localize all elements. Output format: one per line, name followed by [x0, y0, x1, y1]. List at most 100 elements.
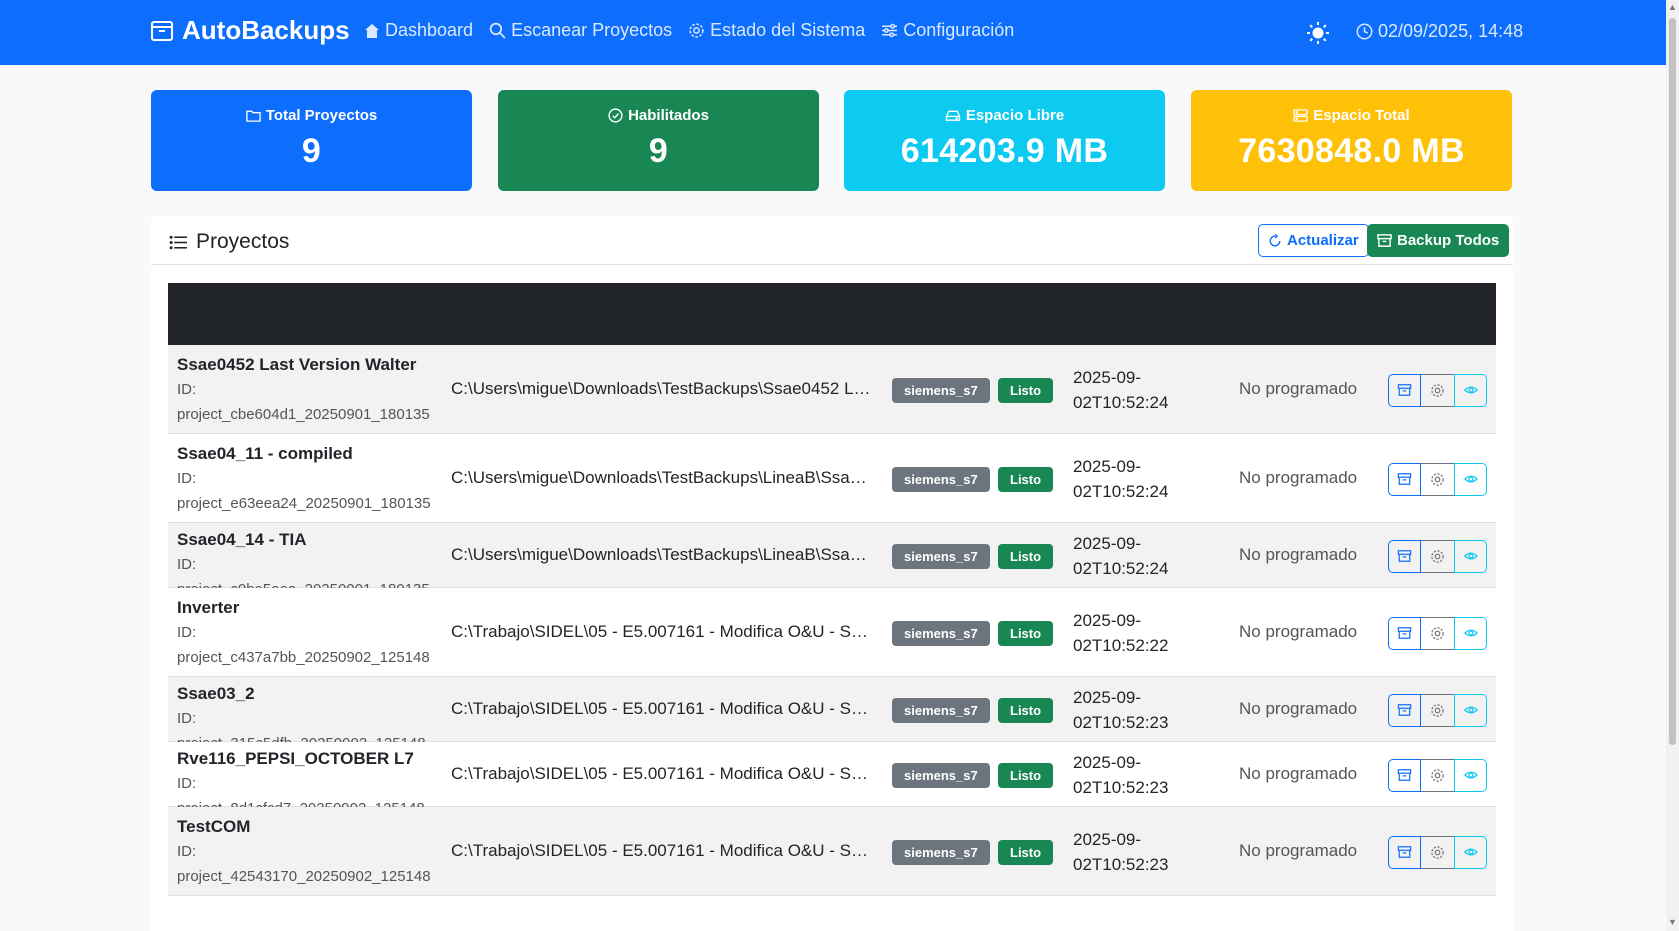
- stat-value: 614203.9 MB: [900, 132, 1109, 170]
- settings-button[interactable]: [1421, 539, 1454, 573]
- project-name: Inverter: [177, 598, 240, 617]
- settings-button[interactable]: [1421, 462, 1454, 496]
- project-id: project_cbe604d1_20250901_180135: [177, 406, 430, 423]
- project-id: project_42543170_20250902_125148: [177, 868, 431, 885]
- brand[interactable]: AutoBackups: [150, 15, 350, 46]
- time-part: 02T10:52:23: [1073, 712, 1169, 732]
- last-modified: 2025-09- 02T10:52:23: [1073, 827, 1213, 877]
- house-icon: [365, 23, 379, 38]
- row-actions: [1388, 693, 1487, 727]
- backup-button[interactable]: [1388, 693, 1421, 727]
- projects-title: Proyectos: [169, 230, 289, 254]
- project-path: C:\Trabajo\SIDEL\05 - E5.007161 - Modifi…: [451, 698, 876, 718]
- backup-all-button[interactable]: Backup Todos: [1367, 224, 1510, 257]
- gear-icon: [1431, 383, 1444, 397]
- project-id: project_e63eea24_20250901_180135: [177, 495, 431, 512]
- nav-dashboard[interactable]: Dashboard: [364, 20, 473, 41]
- stat-enabled: Habilitados 9: [498, 90, 819, 191]
- settings-button[interactable]: [1421, 835, 1454, 869]
- backup-button[interactable]: [1388, 373, 1421, 407]
- project-id-label: ID:: [177, 710, 197, 727]
- date-part: 2025-09-: [1073, 456, 1142, 476]
- theme-toggle-button[interactable]: [1306, 21, 1330, 45]
- row-actions: [1388, 462, 1487, 496]
- view-button[interactable]: [1454, 835, 1487, 869]
- nav-system-status[interactable]: Estado del Sistema: [688, 20, 865, 41]
- scroll-thumb[interactable]: [1669, 18, 1676, 745]
- last-modified: 2025-09- 02T10:52:24: [1073, 454, 1213, 504]
- settings-button[interactable]: [1421, 373, 1454, 407]
- nav-config-label: Configuración: [903, 20, 1015, 40]
- backup-button[interactable]: [1388, 758, 1421, 792]
- project-id-label: ID:: [177, 624, 197, 641]
- stat-label: Habilitados: [628, 107, 709, 124]
- archive-icon: [1377, 234, 1392, 247]
- time-part: 02T10:52:24: [1073, 392, 1169, 412]
- project-name-cell: Ssae04_11 - compiled ID: project_e63eea24_…: [177, 441, 439, 516]
- project-type-badge: siemens_s7: [892, 620, 990, 646]
- scroll-down-arrow[interactable]: ▼: [1668, 917, 1677, 929]
- scrollbar[interactable]: ▲ ▼: [1666, 0, 1679, 931]
- view-button[interactable]: [1454, 693, 1487, 727]
- backup-button[interactable]: [1388, 539, 1421, 573]
- gear-icon: [1431, 703, 1444, 717]
- project-type-badge: siemens_s7: [892, 466, 990, 492]
- project-id: project_c437a7bb_20250902_125148: [177, 649, 430, 666]
- stat-label: Espacio Total: [1313, 107, 1410, 124]
- archive-icon: [1397, 473, 1412, 485]
- projects-title-text: Proyectos: [196, 230, 290, 253]
- status-badge: Listo: [998, 543, 1054, 569]
- table-row: Ssae03_2ID: project_315c5dfb_20250902_12…: [168, 677, 1496, 752]
- gear-icon: [1431, 845, 1444, 859]
- nav-dashboard-label: Dashboard: [385, 20, 474, 40]
- backup-button[interactable]: [1388, 616, 1421, 650]
- project-name: Rve116_PEPSI_OCTOBER L7: [177, 749, 414, 768]
- view-button[interactable]: [1454, 373, 1487, 407]
- schedule-status: No programado: [1239, 467, 1358, 487]
- project-id-label: ID:: [177, 470, 197, 487]
- archive-icon: [151, 20, 173, 41]
- schedule-status: No programado: [1239, 763, 1358, 783]
- stat-value: 9: [648, 132, 669, 170]
- settings-button[interactable]: [1421, 693, 1454, 727]
- brand-name: AutoBackups: [182, 15, 350, 45]
- view-button[interactable]: [1454, 462, 1487, 496]
- stat-total-space: Espacio Total 7630848.0 MB: [1191, 90, 1512, 191]
- table-header: [168, 283, 1496, 345]
- gear-icon: [1431, 626, 1444, 640]
- settings-button[interactable]: [1421, 758, 1454, 792]
- view-button[interactable]: [1454, 758, 1487, 792]
- refresh-button[interactable]: Actualizar: [1258, 224, 1369, 257]
- eye-icon: [1463, 771, 1478, 779]
- backup-button[interactable]: [1388, 835, 1421, 869]
- nav-configuration[interactable]: Configuración: [881, 20, 1014, 41]
- project-name-cell: Inverter ID: project_c437a7bb_20250902_125…: [177, 595, 439, 670]
- schedule-status: No programado: [1239, 698, 1358, 718]
- archive-icon: [1397, 704, 1412, 716]
- last-modified: 2025-09- 02T10:52:24: [1073, 531, 1213, 581]
- gear-icon: [1431, 549, 1444, 563]
- stat-total-projects: Total Proyectos 9: [151, 90, 472, 191]
- backup-button[interactable]: [1388, 462, 1421, 496]
- project-path: C:\Trabajo\SIDEL\05 - E5.007161 - Modifi…: [451, 763, 876, 783]
- settings-button[interactable]: [1421, 616, 1454, 650]
- scroll-up-arrow[interactable]: ▲: [1668, 2, 1677, 14]
- eye-icon: [1463, 848, 1478, 856]
- status-badge: Listo: [998, 466, 1054, 492]
- nav-links: Dashboard Escanear Proyectos Estado del …: [364, 20, 1014, 41]
- view-button[interactable]: [1454, 539, 1487, 573]
- project-id-label: ID:: [177, 843, 197, 860]
- schedule-status: No programado: [1239, 840, 1358, 860]
- stat-label: Espacio Libre: [965, 107, 1065, 124]
- server-icon: [1293, 109, 1308, 122]
- row-actions: [1388, 758, 1487, 792]
- view-button[interactable]: [1454, 616, 1487, 650]
- time-part: 02T10:52:23: [1073, 854, 1169, 874]
- nav-scan-projects[interactable]: Escanear Proyectos: [489, 20, 672, 41]
- time-part: 02T10:52:22: [1073, 635, 1169, 655]
- list-icon: [169, 235, 187, 249]
- check-circle-icon: [608, 108, 623, 123]
- last-modified: 2025-09- 02T10:52:22: [1073, 608, 1213, 658]
- current-datetime: 02/09/2025, 14:48: [1378, 21, 1524, 41]
- project-name: Ssae0452 Last Version Walter: [177, 355, 417, 374]
